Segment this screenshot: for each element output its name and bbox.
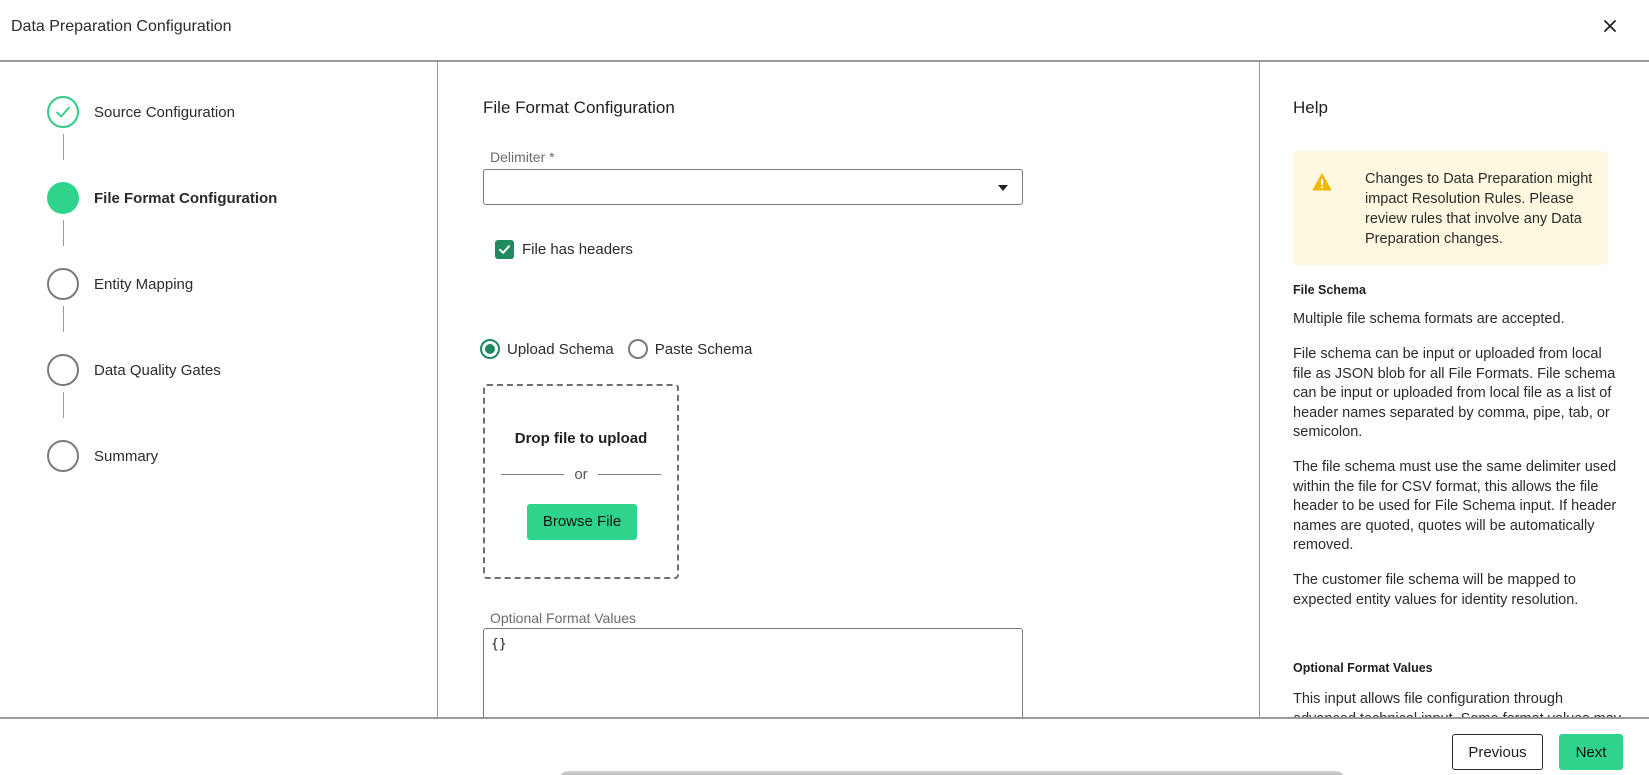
close-button[interactable]	[1599, 15, 1621, 37]
or-text: or	[574, 466, 588, 483]
file-has-headers-option[interactable]: File has headers	[495, 240, 633, 259]
dialog-title: Data Preparation Configuration	[11, 18, 232, 35]
close-icon	[1604, 20, 1616, 32]
warning-text: Changes to Data Preparation might impact…	[1365, 171, 1593, 247]
step-label: Entity Mapping	[94, 275, 194, 293]
upload-schema-option[interactable]: Upload Schema	[480, 339, 614, 359]
optional-format-values-input[interactable]: {}	[483, 628, 1023, 718]
optional-format-heading: Optional Format Values	[1293, 661, 1433, 675]
main-panel: File Format Configuration Delimiter * Fi…	[438, 62, 1260, 718]
stepper: Source Configuration File Format Configu…	[0, 62, 438, 718]
upload-schema-radio[interactable]	[480, 339, 500, 359]
required-marker: *	[549, 149, 555, 165]
step-active-indicator	[47, 182, 79, 214]
delimiter-label-text: Delimiter	[490, 149, 546, 165]
delimiter-select[interactable]	[483, 169, 1023, 205]
previous-button[interactable]: Previous	[1452, 734, 1543, 770]
divider-line	[597, 474, 661, 475]
schema-mode-radio-group: Upload Schema Paste Schema	[480, 339, 766, 359]
step-connector	[63, 306, 64, 332]
step-label: Source Configuration	[94, 103, 235, 121]
dialog-header: Data Preparation Configuration	[0, 0, 1649, 62]
upload-schema-label: Upload Schema	[507, 340, 614, 358]
file-has-headers-checkbox[interactable]	[495, 240, 514, 259]
overlay-shadow	[560, 771, 1344, 775]
warning-icon	[1312, 173, 1332, 191]
step-label: Summary	[94, 447, 159, 465]
step-connector	[63, 392, 64, 418]
step-complete-indicator	[47, 96, 79, 128]
paste-schema-option[interactable]: Paste Schema	[627, 339, 753, 359]
step-label: Data Quality Gates	[94, 361, 221, 379]
step-connector	[63, 220, 64, 246]
file-schema-heading: File Schema	[1293, 283, 1366, 297]
step-pending-indicator	[47, 440, 79, 472]
page-title: File Format Configuration	[483, 98, 675, 117]
dialog-footer: Previous Next	[0, 717, 1649, 775]
help-paragraph: The customer file schema will be mapped …	[1293, 572, 1579, 608]
browse-file-button[interactable]: Browse File	[527, 504, 637, 540]
help-title: Help	[1293, 98, 1328, 117]
caret-down-icon	[998, 185, 1008, 191]
divider-line	[501, 474, 565, 475]
help-paragraph: Multiple file schema formats are accepte…	[1293, 311, 1565, 327]
file-dropzone[interactable]: Drop file to upload or Browse File	[483, 384, 679, 579]
paste-schema-radio[interactable]	[627, 339, 648, 359]
delimiter-label: Delimiter *	[490, 149, 555, 165]
step-label: File Format Configuration	[94, 189, 278, 207]
step-file-format-configuration[interactable]: File Format Configuration	[47, 182, 277, 214]
paste-schema-label: Paste Schema	[654, 340, 753, 358]
checkmark-icon	[499, 245, 510, 254]
help-paragraph: File schema can be input or uploaded fro…	[1293, 346, 1616, 440]
next-button[interactable]: Next	[1559, 734, 1623, 770]
dropzone-title: Drop file to upload	[514, 430, 648, 447]
warning-callout: Changes to Data Preparation might impact…	[1293, 151, 1608, 265]
help-paragraph: This input allows file configuration thr…	[1293, 691, 1621, 718]
help-panel: Help Changes to Data Preparation might i…	[1261, 62, 1649, 718]
step-source-configuration[interactable]: Source Configuration	[47, 96, 235, 128]
checkmark-icon	[56, 106, 70, 118]
file-has-headers-label: File has headers	[522, 241, 633, 258]
step-pending-indicator	[47, 268, 79, 300]
step-entity-mapping[interactable]: Entity Mapping	[47, 268, 193, 300]
step-connector	[63, 134, 64, 160]
optional-format-values-label: Optional Format Values	[490, 610, 637, 626]
step-pending-indicator	[47, 354, 79, 386]
step-summary[interactable]: Summary	[47, 440, 158, 472]
help-paragraph: The file schema must use the same delimi…	[1293, 459, 1617, 553]
step-data-quality-gates[interactable]: Data Quality Gates	[47, 354, 221, 386]
or-divider: or	[501, 466, 661, 483]
